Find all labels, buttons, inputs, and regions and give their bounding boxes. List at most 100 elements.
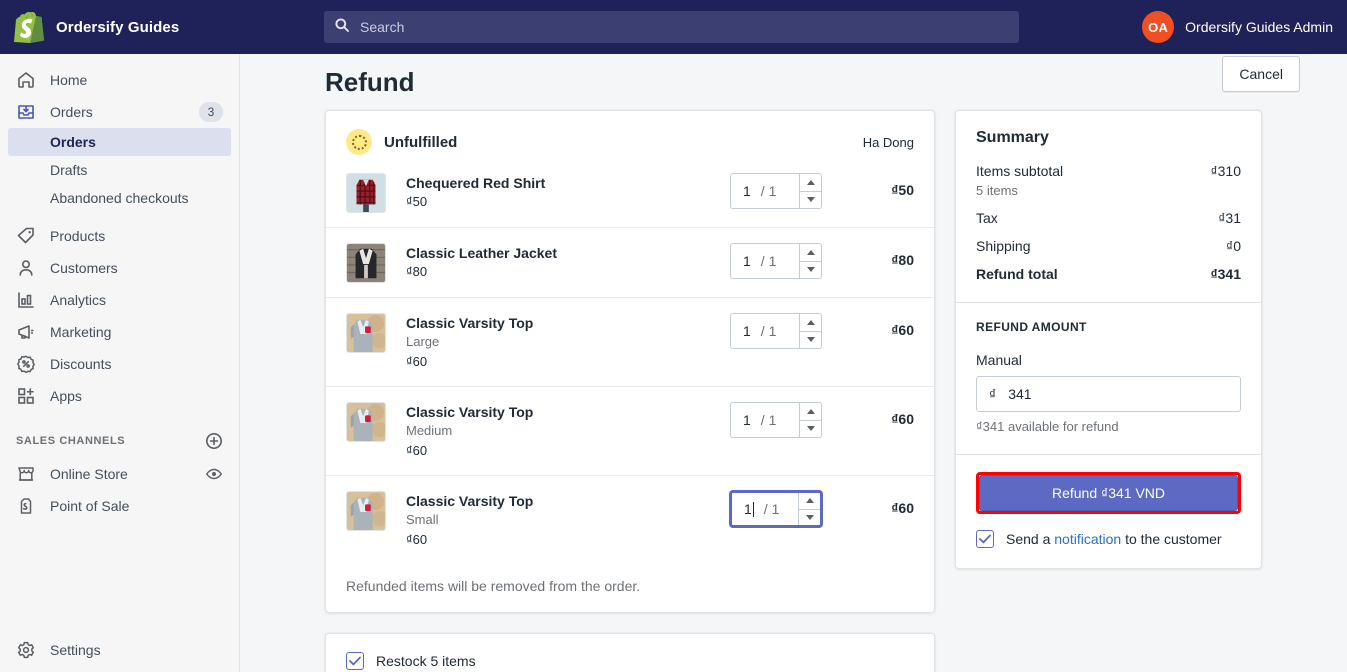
refund-amount-input[interactable]: ₫ 341: [976, 376, 1241, 412]
line-item-title: Classic Varsity Top: [406, 404, 534, 420]
sidebar-item-online-store[interactable]: Online Store: [8, 458, 231, 490]
summary-row-value: ₫310: [1210, 163, 1241, 179]
stepper-increment-icon[interactable]: [800, 314, 821, 331]
line-item-unit-price: ₫60: [406, 443, 428, 458]
quantity-max: / 1: [760, 412, 777, 428]
page-title: Refund: [325, 66, 415, 97]
sales-channels-label: SALES CHANNELS: [16, 435, 126, 447]
quantity-stepper-focused[interactable]: 1 / 1: [730, 491, 822, 527]
line-item-unit-price: ₫60: [406, 532, 428, 547]
stepper-decrement-icon[interactable]: [800, 190, 821, 209]
sidebar-item-apps[interactable]: Apps: [8, 380, 231, 412]
sidebar-item-customers[interactable]: Customers: [8, 252, 231, 284]
notification-link[interactable]: notification: [1054, 531, 1121, 547]
user-menu[interactable]: OA Ordersify Guides Admin: [1142, 0, 1333, 54]
summary-row-key: Tax: [976, 210, 998, 226]
sidebar-subitem-label: Orders: [50, 134, 96, 150]
sidebar-item-settings[interactable]: Settings: [8, 634, 232, 666]
top-bar: Ordersify Guides Search OA Ordersify Gui…: [0, 0, 1347, 54]
line-item-title: Classic Varsity Top: [406, 315, 534, 331]
orders-inbox-icon: [16, 102, 36, 122]
sidebar-item-discounts[interactable]: Discounts: [8, 348, 231, 380]
megaphone-icon: [16, 322, 36, 342]
quantity-stepper[interactable]: 1 / 1: [730, 402, 822, 438]
restock-row[interactable]: Restock 5 items: [346, 652, 914, 670]
stepper-buttons: [799, 174, 821, 208]
notify-customer-row[interactable]: Send a notification to the customer: [976, 530, 1241, 548]
line-item-info: Classic Leather Jacket ₫80: [386, 243, 730, 282]
refund-button[interactable]: Refund ₫341 VND: [979, 475, 1238, 511]
line-item-variant: Medium: [406, 423, 453, 438]
quantity-stepper[interactable]: 1 / 1: [730, 173, 822, 209]
refund-available-help: ₫341 available for refund: [976, 419, 1119, 434]
eye-icon[interactable]: [205, 465, 223, 483]
stepper-decrement-icon[interactable]: [800, 330, 821, 349]
sidebar-settings-row: Settings: [0, 634, 239, 666]
status-badge-label: Unfulfilled: [384, 133, 458, 151]
line-item-total: ₫50: [891, 182, 914, 198]
summary-row-key: Items subtotal: [976, 163, 1064, 179]
stepper-decrement-icon[interactable]: [800, 260, 821, 279]
summary-row-tax: Tax ₫31: [976, 210, 1241, 226]
line-item-info: Classic Varsity Top Small ₫60: [386, 491, 730, 550]
plus-circle-icon[interactable]: [205, 432, 223, 450]
stepper-increment-icon[interactable]: [800, 403, 821, 420]
quantity-field[interactable]: 1 / 1: [731, 174, 799, 208]
line-item: Classic Varsity Top Medium ₫60 1 / 1 ₫60: [326, 386, 934, 475]
sidebar-item-marketing[interactable]: Marketing: [8, 316, 231, 348]
sidebar-item-point-of-sale[interactable]: Point of Sale: [8, 490, 231, 522]
restock-checkbox[interactable]: [346, 652, 364, 670]
stepper-increment-icon[interactable]: [799, 493, 820, 509]
sidebar-item-products[interactable]: Products: [8, 220, 231, 252]
stepper-decrement-icon[interactable]: [799, 508, 820, 526]
sidebar-item-label: Settings: [50, 642, 101, 658]
summary-card: Summary Items subtotal ₫310 5 items Tax …: [955, 110, 1262, 569]
quantity-value: 1: [743, 183, 751, 199]
line-item-title: Classic Varsity Top: [406, 493, 534, 509]
line-item: Classic Varsity Top Large ₫60 1 / 1 ₫60: [326, 297, 934, 386]
sidebar-item-label: Products: [50, 228, 106, 244]
left-column: Unfulfilled Ha Dong Chequered Red Shirt …: [325, 110, 935, 672]
currency-symbol: ₫: [989, 386, 997, 402]
quantity-stepper[interactable]: 1 / 1: [730, 313, 822, 349]
text-caret: [752, 502, 754, 517]
quantity-field[interactable]: 1 / 1: [732, 493, 798, 525]
line-item-unit-price: ₫60: [406, 354, 428, 369]
person-icon: [16, 258, 36, 278]
stepper-increment-icon[interactable]: [800, 174, 821, 191]
sidebar-item-analytics[interactable]: Analytics: [8, 284, 231, 316]
quantity-field[interactable]: 1 / 1: [731, 403, 799, 437]
notify-checkbox[interactable]: [976, 530, 994, 548]
line-item-info: Classic Varsity Top Medium ₫60: [386, 402, 730, 461]
stepper-buttons: [799, 403, 821, 437]
line-item-total: ₫60: [891, 500, 914, 516]
bar-chart-icon: [16, 290, 36, 310]
line-item-unit-price: ₫80: [406, 264, 428, 279]
sidebar-subitem-drafts[interactable]: Drafts: [8, 156, 231, 184]
avatar: OA: [1142, 11, 1175, 43]
sidebar-subitem-orders[interactable]: Orders: [8, 128, 231, 156]
search-input[interactable]: Search: [324, 11, 1019, 43]
line-item-unit-price: ₫50: [406, 194, 428, 209]
summary-row-shipping: Shipping ₫0: [976, 238, 1241, 254]
quantity-max: / 1: [760, 253, 777, 269]
sidebar-subitem-abandoned-checkouts[interactable]: Abandoned checkouts: [8, 184, 231, 212]
line-item-total: ₫80: [891, 252, 914, 268]
stepper-increment-icon[interactable]: [800, 244, 821, 261]
quantity-stepper[interactable]: 1 / 1: [730, 243, 822, 279]
sidebar-item-orders[interactable]: Orders 3: [8, 96, 231, 128]
main-content: Refund Cancel Unfulfilled Ha Dong Cheque…: [240, 54, 1347, 672]
sidebar-item-label: Discounts: [50, 356, 112, 372]
quantity-field[interactable]: 1 / 1: [731, 244, 799, 278]
brand-area[interactable]: Ordersify Guides: [0, 0, 240, 54]
sidebar-subitem-label: Abandoned checkouts: [50, 190, 189, 206]
home-icon: [16, 70, 36, 90]
line-item-total: ₫60: [891, 411, 914, 427]
cancel-button[interactable]: Cancel: [1222, 56, 1300, 92]
sidebar-item-home[interactable]: Home: [8, 64, 231, 96]
line-item-variant: Small: [406, 512, 439, 527]
summary-title: Summary: [976, 129, 1049, 146]
quantity-field[interactable]: 1 / 1: [731, 314, 799, 348]
stepper-decrement-icon[interactable]: [800, 419, 821, 438]
